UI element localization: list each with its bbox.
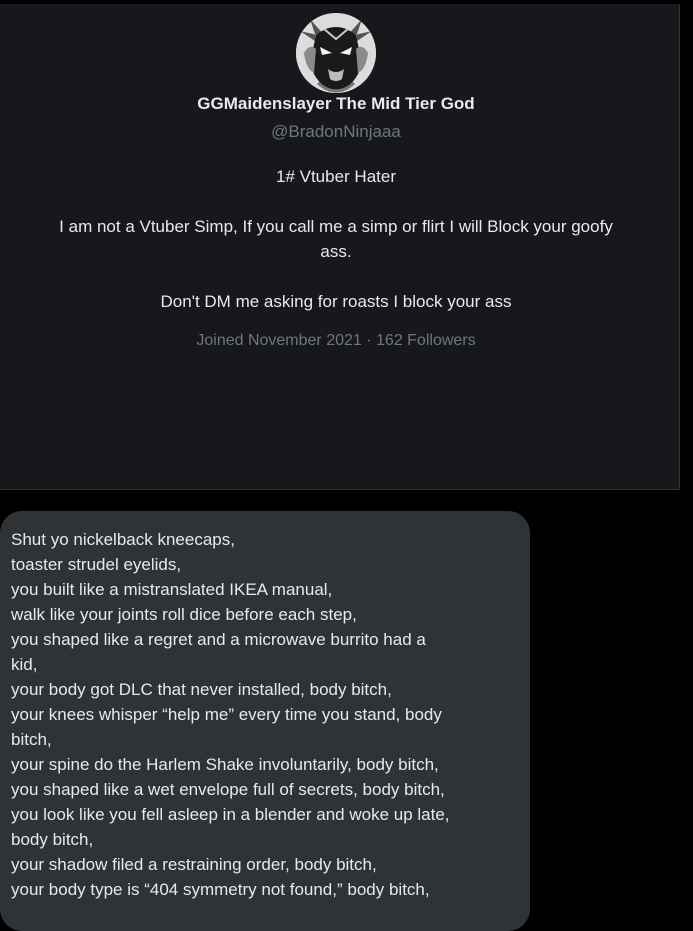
message-line: toaster strudel eyelids, xyxy=(11,555,182,574)
message-line: your knees whisper “help me” every time … xyxy=(11,705,442,724)
message-line: walk like your joints roll dice before e… xyxy=(11,605,357,624)
profile-avatar[interactable] xyxy=(296,13,376,93)
message-line: you shaped like a regret and a microwave… xyxy=(11,630,426,649)
message-line: you built like a mistranslated IKEA manu… xyxy=(11,580,333,599)
bio-line: I am not a Vtuber Simp, If you call me a… xyxy=(59,217,613,236)
user-handle: @BradonNinjaaa xyxy=(271,122,401,141)
message-line: you look like you fell asleep in a blend… xyxy=(11,805,450,824)
bio-line: ass. xyxy=(320,242,352,261)
bio-line: 1# Vtuber Hater xyxy=(275,167,396,186)
profile-card: GGMaidenslayer The Mid Tier God @BradonN… xyxy=(0,4,680,490)
display-name: GGMaidenslayer The Mid Tier God xyxy=(197,94,475,113)
join-date-followers: Joined November 2021 · 162 Followers xyxy=(196,332,476,349)
oni-mask-icon xyxy=(296,13,376,93)
message-line: your spine do the Harlem Shake involunta… xyxy=(11,755,439,774)
message-bubble[interactable]: Shut yo nickelback kneecaps, toaster str… xyxy=(0,511,530,931)
message-line: your body got DLC that never installed, … xyxy=(11,680,392,699)
message-line: kid, xyxy=(11,655,38,674)
message-line: your shadow filed a restraining order, b… xyxy=(11,855,377,874)
message-line: your body type is “404 symmetry not foun… xyxy=(11,880,430,899)
message-line: body bitch, xyxy=(11,830,94,849)
bio-line: Don't DM me asking for roasts I block yo… xyxy=(160,292,512,311)
message-line: bitch, xyxy=(11,730,52,749)
message-line: Shut yo nickelback kneecaps, xyxy=(11,530,235,549)
message-line: you shaped like a wet envelope full of s… xyxy=(11,780,445,799)
